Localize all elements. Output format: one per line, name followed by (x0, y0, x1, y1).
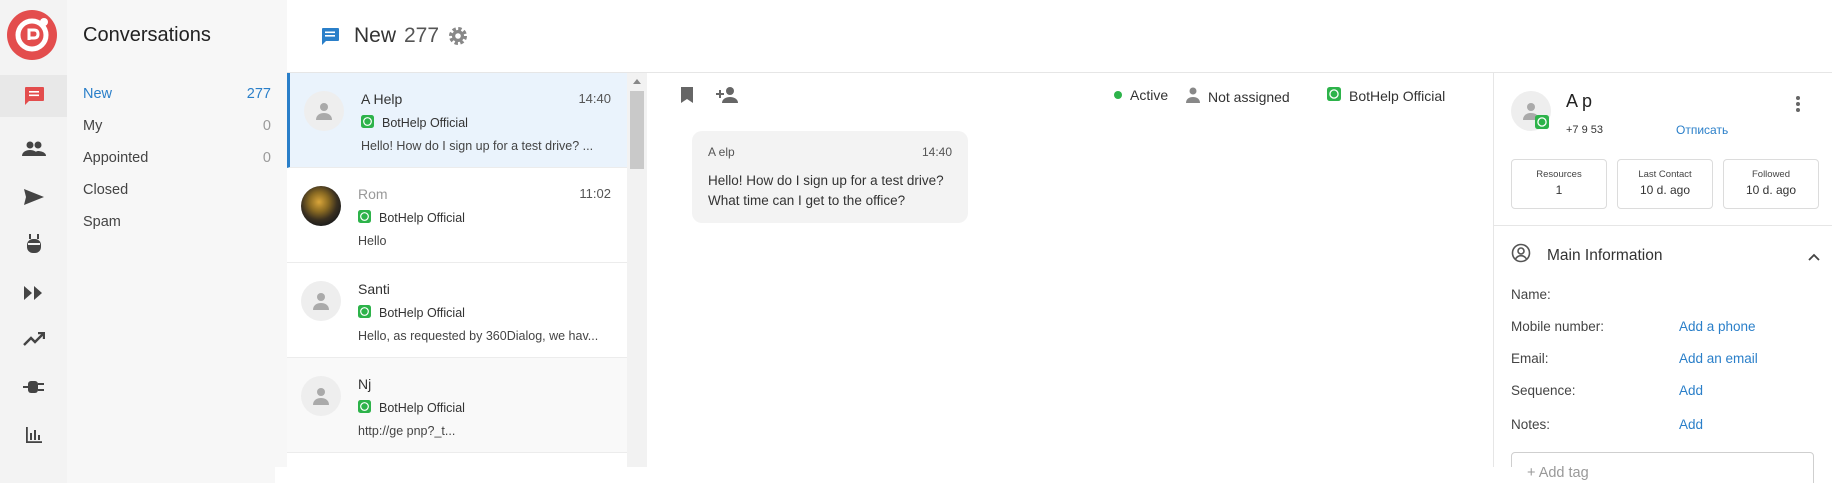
more-options-icon[interactable] (1796, 95, 1800, 118)
message-preview: Hello! How do I sign up for a test drive… (361, 139, 594, 153)
whatsapp-icon (1327, 87, 1341, 104)
conversation-item[interactable]: A Help 14:40 BotHelp Official Hello! How… (287, 73, 627, 168)
page-title: New (354, 24, 397, 47)
conversation-list: A Help 14:40 BotHelp Official Hello! How… (287, 73, 647, 467)
active-dot-icon (1114, 91, 1122, 99)
avatar (301, 281, 341, 321)
reports-nav-icon[interactable] (0, 414, 67, 456)
chevron-up-icon[interactable] (1808, 248, 1820, 266)
message-preview: Hello, as requested by 360Dialog, we hav… (358, 329, 599, 343)
stat-followed: Followed 10 d. ago (1723, 159, 1819, 209)
add-phone-link[interactable]: Add a phone (1679, 319, 1756, 334)
whatsapp-icon (358, 400, 371, 416)
unsubscribe-link[interactable]: Отписать (1676, 123, 1728, 137)
message-time: 14:40 (921, 145, 952, 159)
folder-spam[interactable]: Spam (83, 208, 271, 236)
message-preview: Hello (358, 234, 387, 248)
person-icon (1186, 87, 1200, 106)
contact-phone: +7 9 53 (1566, 124, 1604, 136)
conversation-item[interactable]: Rom 11:02 BotHelp Official Hello (287, 168, 627, 263)
channel-label: BotHelp Official (358, 400, 465, 416)
message-bubble: A elp 14:40 Hello! How do I sign up for … (692, 131, 968, 223)
whatsapp-icon (358, 305, 371, 321)
contact-name: Rom (358, 186, 388, 202)
divider (1494, 225, 1832, 226)
conversations-nav-icon[interactable] (0, 75, 67, 117)
message-sender: A elp (708, 145, 735, 159)
flows-nav-icon[interactable] (0, 272, 67, 314)
main-information-header[interactable]: Main Information (1511, 243, 1662, 268)
chat-area: Active Not assigned BotHelp Official A e… (648, 73, 1493, 467)
avatar (304, 91, 344, 131)
contact-avatar (1511, 91, 1551, 131)
whatsapp-icon (358, 210, 371, 226)
stat-last-contact: Last Contact 10 d. ago (1617, 159, 1713, 209)
folders-panel: Conversations New 277 My 0 Appointed 0 C… (67, 0, 287, 483)
message-text: Hello! How do I sign up for a test drive… (708, 173, 944, 208)
contact-name: Santi (358, 281, 390, 297)
analytics-nav-icon[interactable] (0, 318, 67, 360)
app-window: Conversations New 277 My 0 Appointed 0 C… (0, 0, 1832, 483)
bot-nav-icon[interactable] (0, 223, 67, 265)
folder-count: 0 (262, 118, 271, 134)
stat-resources: Resources 1 (1511, 159, 1607, 209)
scroll-up-arrow-icon[interactable] (633, 79, 641, 84)
assignee-selector[interactable]: Not assigned (1186, 87, 1290, 106)
contact-name: Nj (358, 376, 372, 392)
add-sequence-link[interactable]: Add (1679, 383, 1703, 398)
contact-panel: A p +7 9 53 Отписать Resources 1 Last Co… (1493, 73, 1832, 483)
whatsapp-icon (361, 115, 374, 131)
whatsapp-icon (1535, 115, 1549, 134)
contact-name: A Help (361, 91, 403, 107)
broadcast-nav-icon[interactable] (0, 176, 67, 218)
channel-selector[interactable]: BotHelp Official (1327, 87, 1445, 104)
list-scrollbar[interactable] (627, 73, 647, 467)
add-notes-link[interactable]: Add (1679, 417, 1703, 432)
contact-name: A p (1566, 91, 1593, 111)
folders-title: Conversations (83, 24, 211, 46)
footer-strip (275, 467, 1525, 483)
message-time: 14:40 (578, 91, 611, 106)
gear-icon[interactable] (447, 25, 469, 52)
folder-appointed[interactable]: Appointed 0 (83, 144, 271, 172)
add-email-link[interactable]: Add an email (1679, 351, 1758, 366)
channel-label: BotHelp Official (358, 210, 465, 226)
chat-bubble-icon (320, 27, 340, 51)
avatar (301, 376, 341, 416)
channel-label: BotHelp Official (361, 115, 468, 131)
avatar (301, 186, 341, 226)
message-preview: http://ge pnp?_t... (358, 424, 456, 438)
folder-my[interactable]: My 0 (83, 112, 271, 140)
message-time: 11:02 (579, 186, 611, 201)
users-nav-icon[interactable] (0, 128, 67, 170)
account-circle-icon (1511, 243, 1531, 268)
conversation-item[interactable]: Santi BotHelp Official Hello, as request… (287, 263, 627, 358)
bothelp-logo[interactable] (7, 10, 57, 60)
header-bar: New 277 (287, 0, 1832, 73)
conversation-item[interactable]: Nj BotHelp Official http://ge pnp?_t... (287, 358, 627, 453)
add-tag-input[interactable]: + Add tag (1511, 452, 1814, 483)
bookmark-icon[interactable] (680, 86, 694, 109)
conversation-count: 277 (404, 24, 440, 47)
folder-closed[interactable]: Closed (83, 176, 271, 204)
folder-count: 0 (262, 150, 271, 166)
nav-rail (0, 0, 67, 483)
status-active[interactable]: Active (1114, 87, 1168, 103)
integrations-nav-icon[interactable] (0, 366, 67, 408)
scrollbar-thumb[interactable] (630, 91, 644, 169)
folder-count: 277 (246, 86, 271, 102)
channel-label: BotHelp Official (358, 305, 465, 321)
folder-new[interactable]: New 277 (83, 80, 271, 108)
assign-user-icon[interactable] (716, 86, 740, 109)
